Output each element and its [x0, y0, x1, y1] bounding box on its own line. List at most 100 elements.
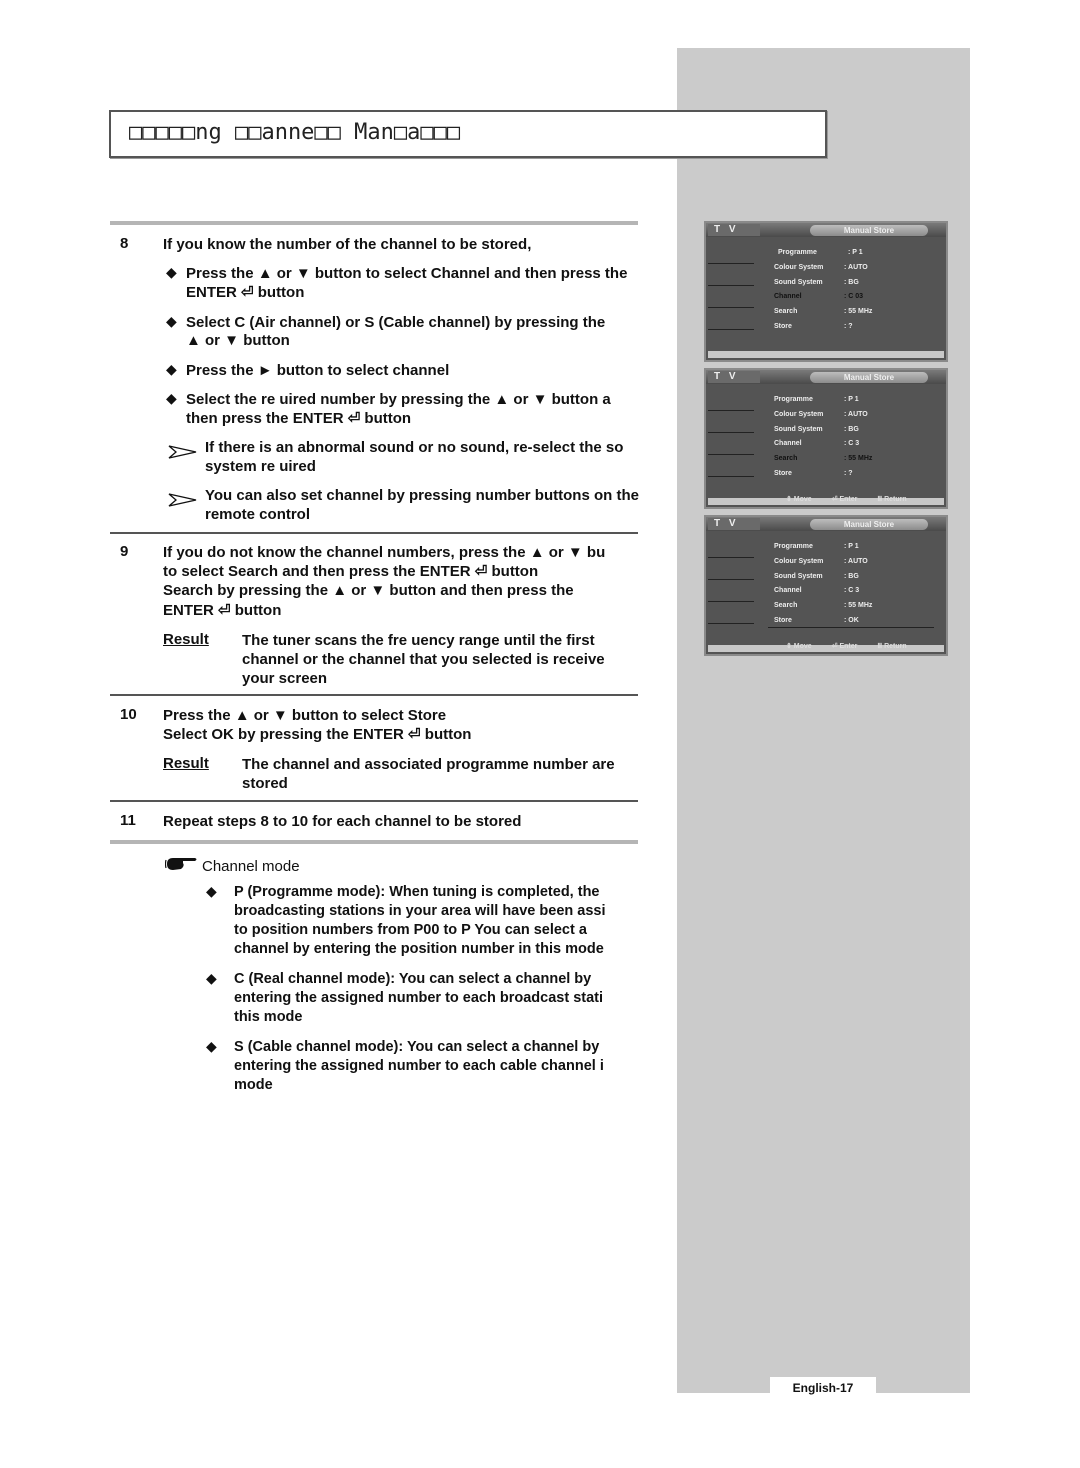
- mode-c-line-1: C (Real channel mode): You can select a …: [234, 971, 592, 987]
- divider: [110, 532, 638, 534]
- tv-row-programme: Programme: P 1: [774, 396, 859, 403]
- tv-row-colour-system: Colour System: AUTO: [774, 264, 868, 271]
- tv-row-key: Sound System: [774, 573, 823, 580]
- tv-footer-help: ⇕ Move ⏎ Enter Ⅲ Return: [786, 495, 936, 503]
- step-10-result-1: The channel and associated programme num…: [242, 756, 615, 773]
- tv-side-divider: [708, 285, 754, 286]
- tv-row-key: Colour System: [774, 264, 824, 271]
- tv-label: T V: [708, 518, 760, 530]
- step-8-bullet-4: Select the re uired number by pressing t…: [186, 391, 611, 408]
- tv-label: T V: [708, 224, 760, 236]
- step-8-note-2: You can also set channel by pressing num…: [205, 487, 639, 504]
- tv-row-search: Search: 55 MHz: [774, 308, 872, 315]
- tv-side-divider: [708, 329, 754, 330]
- tv-row-value: : P 1: [848, 249, 863, 256]
- tv-label: T V: [708, 371, 760, 383]
- return-hint: Ⅲ Return: [877, 643, 907, 650]
- step-8-bullet-1: Press the ▲ or ▼ button to select Channe…: [186, 265, 628, 282]
- tv-row-key: Search: [774, 602, 798, 609]
- tv-row-value: : C 3: [844, 587, 860, 594]
- return-hint: Ⅲ Return: [877, 496, 907, 503]
- tv-row-value: : OK: [844, 617, 859, 624]
- step-9-line-4: ENTER ⏎ button: [163, 602, 282, 619]
- step-number: 8: [120, 235, 129, 252]
- tv-side-divider: [708, 432, 754, 433]
- step-8-heading: If you know the number of the channel to…: [163, 236, 532, 253]
- tv-screen-search: T V Manual Store Programme: P 1 Colour S…: [704, 368, 948, 509]
- tv-row-underline: [768, 627, 934, 628]
- mode-c-line-2: entering the assigned number to each bro…: [234, 990, 604, 1006]
- tv-row-key: Store: [774, 617, 792, 624]
- tv-row-key: Channel: [774, 587, 802, 594]
- divider: [110, 694, 638, 696]
- tv-side-divider: [708, 263, 754, 264]
- tv-side-divider: [708, 476, 754, 477]
- tv-row-key: Programme: [774, 396, 813, 403]
- tv-menu-title: Manual Store: [810, 225, 928, 236]
- step-8-bullet-4-cont: then press the ENTER ⏎ button: [186, 410, 412, 427]
- tv-row-value: : 55 MHz: [844, 455, 873, 462]
- mode-p-line-2: broadcasting stations in your area will …: [234, 903, 606, 919]
- tv-row-sound-system: Sound System: BG: [774, 279, 859, 286]
- enter-hint: ⏎ Enter: [831, 496, 858, 503]
- tv-side-divider: [708, 454, 754, 455]
- tv-row-value: : BG: [844, 573, 859, 580]
- tv-screen-channel: T V Manual Store Programme: P 1 Colour S…: [704, 221, 948, 362]
- note-arrow-icon: [168, 493, 197, 507]
- note-arrow-icon: [168, 445, 197, 459]
- tv-row-key: Programme: [774, 543, 813, 550]
- tv-side-divider: [708, 601, 754, 602]
- diamond-bullet-icon: ◆: [166, 264, 177, 280]
- tv-row-value: : C 3: [844, 440, 860, 447]
- tv-row-programme: Programme: P 1: [778, 249, 863, 256]
- divider: [110, 800, 638, 802]
- step-9-line-3: Search by pressing the ▲ or ▼ button and…: [163, 582, 574, 599]
- tv-row-key: Colour System: [774, 558, 824, 565]
- tv-side-divider: [708, 307, 754, 308]
- channel-mode-heading: Channel mode: [202, 858, 300, 875]
- tv-row-colour-system: Colour System: AUTO: [774, 558, 868, 565]
- tv-footer-bar: [708, 351, 944, 358]
- diamond-bullet-icon: ◆: [206, 883, 217, 899]
- tv-row-key: Channel: [774, 440, 802, 447]
- tv-row-value: : P 1: [844, 543, 859, 550]
- enter-hint: ⏎ Enter: [831, 643, 858, 650]
- tv-row-sound-system: Sound System : BG: [774, 426, 859, 433]
- tv-side-divider: [708, 410, 754, 411]
- step-8-bullet-2-cont: ▲ or ▼ button: [186, 332, 290, 349]
- step-9-line-1: If you do not know the channel numbers, …: [163, 544, 606, 561]
- tv-side-divider: [708, 557, 754, 558]
- diamond-bullet-icon: ◆: [166, 390, 177, 406]
- tv-row-key: Store: [774, 470, 792, 477]
- mode-s-line-1: S (Cable channel mode): You can select a…: [234, 1039, 600, 1055]
- mode-s-line-2: entering the assigned number to each cab…: [234, 1058, 604, 1074]
- step-10-result-2: stored: [242, 775, 288, 792]
- tv-row-store: Store : ?: [774, 470, 853, 477]
- step-8-note-2-cont: remote control: [205, 506, 311, 523]
- mode-p-line-3: to position numbers from P00 to P You ca…: [234, 922, 587, 938]
- page-title-box: □□□□□ng □□anne□□ Man□a□□□: [109, 110, 827, 158]
- step-number: 10: [120, 706, 137, 723]
- divider: [110, 840, 638, 844]
- tv-row-key: Sound System: [774, 279, 823, 286]
- step-8-bullet-2: Select C (Air channel) or S (Cable chann…: [186, 314, 606, 331]
- tv-row-key: Sound System: [774, 426, 823, 433]
- tv-row-key: Colour System: [774, 411, 824, 418]
- tv-menu-title: Manual Store: [810, 519, 928, 530]
- tv-menu-title: Manual Store: [810, 372, 928, 383]
- step-number: 11: [120, 812, 136, 829]
- page-number: English-17: [770, 1377, 876, 1399]
- step-8-note-1-cont: system re uired: [205, 458, 316, 475]
- tv-row-programme: Programme : P 1: [774, 543, 859, 550]
- tv-row-value: : BG: [844, 426, 859, 433]
- move-hint: ⇕ Move: [786, 496, 812, 503]
- tv-header: T V Manual Store: [706, 517, 946, 531]
- tv-row-search: Search: 55 MHz: [774, 602, 872, 609]
- tv-row-value: : ?: [844, 470, 853, 477]
- tv-row-channel-active: Channel: C 03: [774, 293, 863, 300]
- result-label: Result: [163, 755, 209, 772]
- tv-screen-store: T V Manual Store Programme : P 1 Colour S…: [704, 515, 948, 656]
- step-9-result-3: your screen: [242, 670, 328, 687]
- tv-row-key: Search: [774, 455, 798, 462]
- mode-s-line-3: mode: [234, 1077, 273, 1093]
